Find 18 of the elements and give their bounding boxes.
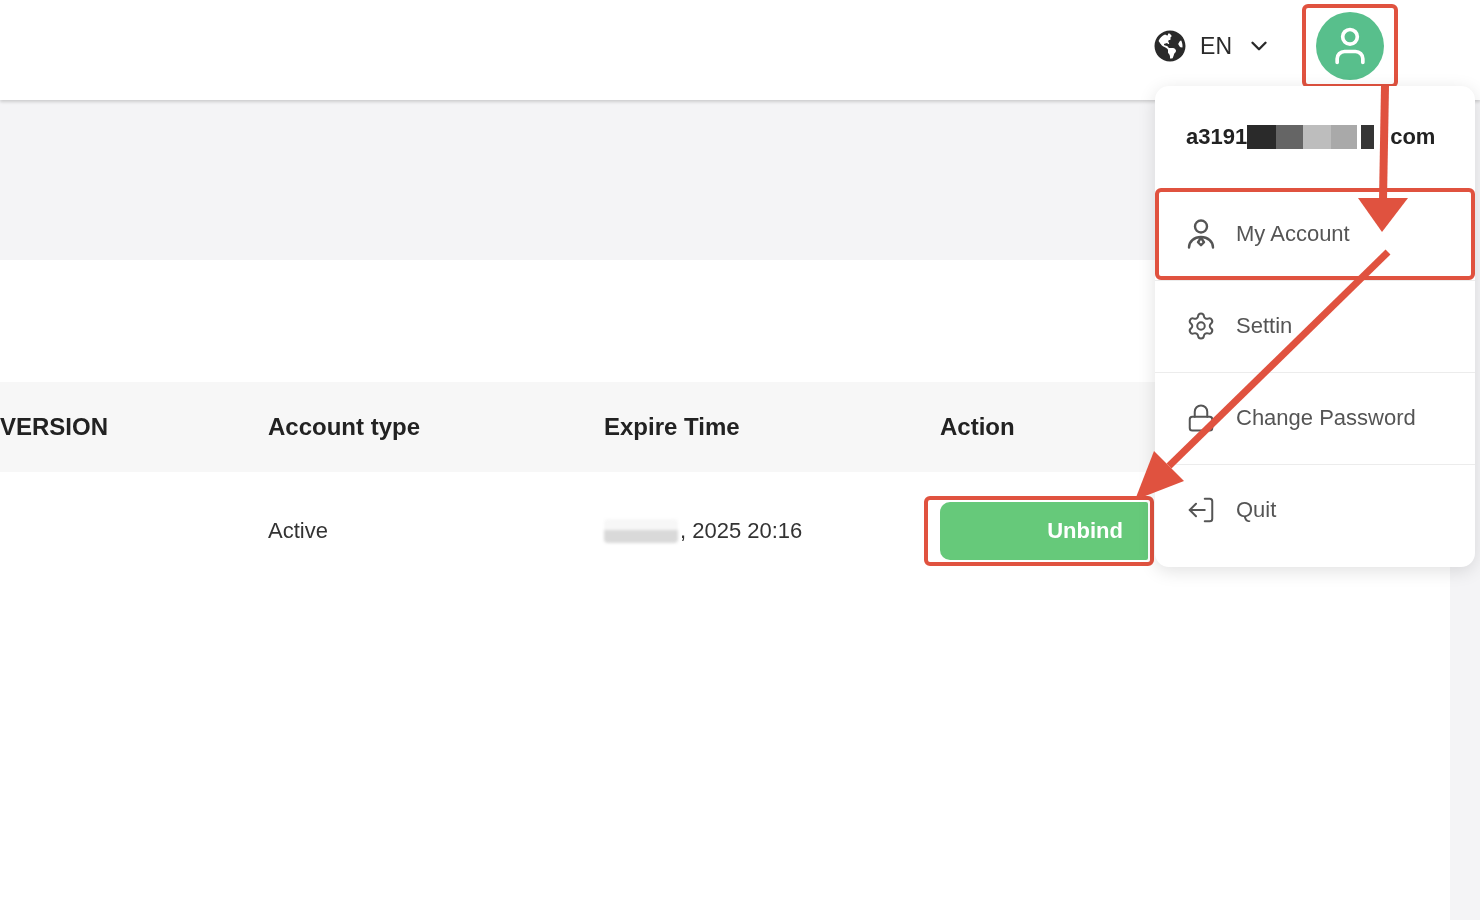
email-text: com [1390,124,1436,150]
lock-icon [1186,403,1216,433]
column-header: Action [940,413,1015,441]
menu-item[interactable]: Quit [1186,495,1277,525]
column-header: Account type [268,413,420,441]
column-header: VERSION [0,413,109,441]
person-icon [1186,219,1216,249]
settings-icon [1186,311,1216,341]
globe-icon [1154,30,1187,62]
menu-item[interactable]: Change Password [1186,403,1416,433]
email-text: a3191 [1186,124,1248,150]
language-selector[interactable]: EN [1154,30,1272,62]
menu-item[interactable]: Settin [1186,311,1293,341]
column-header: Expire Time [604,413,740,441]
table-cell: , 2025 20:16 [680,518,803,544]
logout-icon [1186,495,1216,525]
table-cell: Active [268,518,328,544]
menu-item[interactable]: My Account [1155,188,1475,280]
